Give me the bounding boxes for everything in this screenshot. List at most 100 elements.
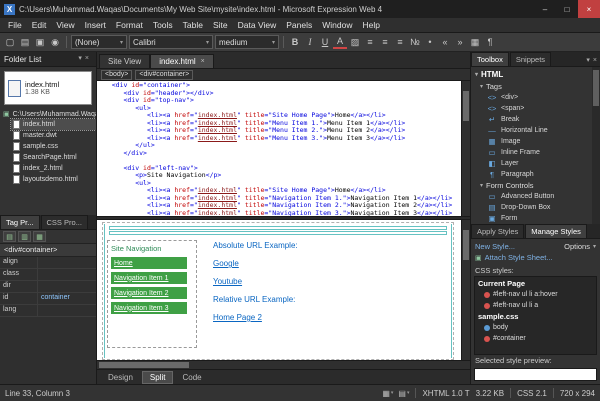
header-div-outline[interactable] bbox=[109, 226, 447, 230]
design-nav-navigation-item-3[interactable]: Navigation Item 3 bbox=[111, 302, 187, 314]
file-index-html[interactable]: index.html bbox=[11, 119, 96, 130]
font-dropdown[interactable]: Calibri ▾ bbox=[129, 35, 213, 49]
menu-panels[interactable]: Panels bbox=[281, 19, 317, 31]
menu-edit[interactable]: Edit bbox=[27, 19, 52, 31]
close-tab-icon[interactable]: × bbox=[201, 58, 205, 65]
bold-icon[interactable]: B bbox=[288, 35, 302, 49]
minimize-button[interactable]: – bbox=[534, 0, 556, 18]
show-alphabetical-icon[interactable]: ▥ bbox=[18, 231, 31, 242]
view-tab-split[interactable]: Split bbox=[142, 371, 174, 384]
menu-insert[interactable]: Insert bbox=[80, 19, 111, 31]
container-div-outline[interactable]: Site Navigation HomeNavigation Item 1Nav… bbox=[102, 222, 454, 360]
tab-toolbox[interactable]: Toolbox bbox=[471, 52, 509, 66]
status-doctype[interactable]: XHTML 1.0 T bbox=[422, 389, 469, 398]
property-row-dir[interactable]: dir bbox=[0, 281, 96, 293]
toolbox-item-div[interactable]: <><div> bbox=[471, 92, 600, 103]
borders-icon[interactable]: ▦ bbox=[468, 35, 482, 49]
file-index-2-html[interactable]: index_2.html bbox=[11, 163, 96, 174]
tab-tag-pr[interactable]: Tag Pr... bbox=[0, 215, 40, 229]
menu-data-view[interactable]: Data View bbox=[233, 19, 282, 31]
tab-apply-styles[interactable]: Apply Styles bbox=[471, 224, 524, 238]
maximize-button[interactable]: □ bbox=[556, 0, 578, 18]
top-nav-div-outline[interactable] bbox=[109, 231, 447, 235]
property-row-id[interactable]: idcontainer bbox=[0, 293, 96, 305]
new-style-link[interactable]: New Style... bbox=[475, 242, 515, 251]
tab-snippets[interactable]: Snippets bbox=[510, 52, 551, 66]
style-application-icon[interactable]: ▤▾ bbox=[398, 389, 409, 398]
design-scroll-thumb[interactable] bbox=[463, 230, 469, 260]
toolbox-scrollbar[interactable] bbox=[592, 67, 600, 224]
property-row-align[interactable]: align bbox=[0, 257, 96, 269]
outdent-icon[interactable]: « bbox=[438, 35, 452, 49]
status-css-schema[interactable]: CSS 2.1 bbox=[517, 389, 547, 398]
toolbox-item-horizontal-line[interactable]: ―Horizontal Line bbox=[471, 125, 600, 136]
panel-menu-icon[interactable]: ▾ bbox=[78, 54, 82, 62]
breadcrumb-chip[interactable]: <div#container> bbox=[135, 70, 193, 80]
file-preview-card[interactable]: index.html 1.38 KB bbox=[4, 71, 92, 105]
design-scrollbar[interactable] bbox=[461, 220, 470, 360]
left-nav-div-outline[interactable]: Site Navigation HomeNavigation Item 1Nav… bbox=[107, 240, 197, 348]
align-left-icon[interactable]: ≡ bbox=[363, 35, 377, 49]
toolbox-scroll-thumb[interactable] bbox=[593, 70, 599, 106]
file-master-dwt[interactable]: master.dwt bbox=[11, 130, 96, 141]
options-button[interactable]: Options ▾ bbox=[564, 242, 596, 251]
visual-aids-icon[interactable]: ▦▾ bbox=[382, 389, 393, 398]
menu-site[interactable]: Site bbox=[208, 19, 233, 31]
show-set-properties-icon[interactable]: ▦ bbox=[33, 231, 46, 242]
design-nav-navigation-item-1[interactable]: Navigation Item 1 bbox=[111, 272, 187, 284]
design-nav-navigation-item-2[interactable]: Navigation Item 2 bbox=[111, 287, 187, 299]
toolbox-section-form-controls[interactable]: ▾Form Controls bbox=[471, 180, 600, 191]
underline-icon[interactable]: U bbox=[318, 35, 332, 49]
menu-view[interactable]: View bbox=[51, 19, 79, 31]
status-dimensions[interactable]: 720 x 294 bbox=[560, 389, 595, 398]
code-scrollbar[interactable] bbox=[461, 81, 470, 216]
toolbox-item-form[interactable]: ▣Form bbox=[471, 213, 600, 224]
align-center-icon[interactable]: ≡ bbox=[378, 35, 392, 49]
new-document-icon[interactable]: ▢ bbox=[3, 35, 17, 49]
panel-menu-icon[interactable]: ▾ bbox=[586, 56, 590, 64]
doc-tab-site-view[interactable]: Site View bbox=[99, 54, 150, 68]
preview-in-browser-icon[interactable]: ◉ bbox=[48, 35, 62, 49]
code-hyperlink[interactable]: index.html bbox=[198, 209, 237, 217]
code-editor[interactable]: <div id="container"> <div id="header"></… bbox=[97, 81, 461, 216]
view-tab-design[interactable]: Design bbox=[101, 372, 140, 383]
save-icon[interactable]: ▣ bbox=[33, 35, 47, 49]
toolbox-item-advanced-button[interactable]: ▭Advanced Button bbox=[471, 191, 600, 202]
attach-stylesheet-link[interactable]: Attach Style Sheet... bbox=[485, 253, 553, 262]
menu-tools[interactable]: Tools bbox=[148, 19, 178, 31]
code-hyperlink[interactable]: index.html bbox=[198, 134, 237, 142]
menu-table[interactable]: Table bbox=[178, 19, 208, 31]
doc-tab-index-html[interactable]: index.html× bbox=[150, 54, 214, 68]
menu-window[interactable]: Window bbox=[317, 19, 357, 31]
menu-help[interactable]: Help bbox=[357, 19, 384, 31]
toolbox-root[interactable]: ▾ HTML bbox=[471, 68, 600, 81]
indent-icon[interactable]: » bbox=[453, 35, 467, 49]
design-link-home-page-2[interactable]: Home Page 2 bbox=[213, 313, 298, 322]
toolbox-item-paragraph[interactable]: ¶Paragraph bbox=[471, 169, 600, 180]
close-panel-icon[interactable]: × bbox=[593, 57, 597, 64]
design-surface[interactable]: Site Navigation HomeNavigation Item 1Nav… bbox=[97, 220, 461, 360]
design-hscroll-thumb[interactable] bbox=[99, 362, 189, 368]
close-panel-icon[interactable]: × bbox=[85, 55, 89, 62]
menu-file[interactable]: File bbox=[3, 19, 27, 31]
design-nav-home[interactable]: Home bbox=[111, 257, 187, 269]
design-link-youtube[interactable]: Youtube bbox=[213, 277, 298, 286]
tab-manage-styles[interactable]: Manage Styles bbox=[525, 224, 587, 238]
style-left-nav-ul-li-a[interactable]: #left-nav ul li a bbox=[476, 300, 595, 311]
toolbox-section-tags[interactable]: ▾Tags bbox=[471, 81, 600, 92]
style-dropdown[interactable]: (None) ▾ bbox=[71, 35, 127, 49]
style-left-nav-ul-li-a-hover[interactable]: #left-nav ul li a:hover bbox=[476, 289, 595, 300]
numbering-icon[interactable]: № bbox=[408, 35, 422, 49]
toolbox-item-inline-frame[interactable]: ▭Inline Frame bbox=[471, 147, 600, 158]
toolbox-item-drop-down-box[interactable]: ▤Drop-Down Box bbox=[471, 202, 600, 213]
code-scroll-thumb[interactable] bbox=[463, 91, 469, 121]
text-color-icon[interactable]: A bbox=[333, 36, 347, 49]
size-dropdown[interactable]: medium ▾ bbox=[215, 35, 279, 49]
highlight-icon[interactable]: ▨ bbox=[348, 35, 362, 49]
folder-tree-root[interactable]: ▣ C:\Users\Muhammad.Waqas\Do bbox=[0, 109, 96, 119]
view-tab-code[interactable]: Code bbox=[175, 372, 208, 383]
show-formatting-icon[interactable]: ¶ bbox=[483, 35, 497, 49]
italic-icon[interactable]: I bbox=[303, 35, 317, 49]
design-link-google[interactable]: Google bbox=[213, 259, 298, 268]
design-hscrollbar[interactable] bbox=[97, 360, 470, 369]
